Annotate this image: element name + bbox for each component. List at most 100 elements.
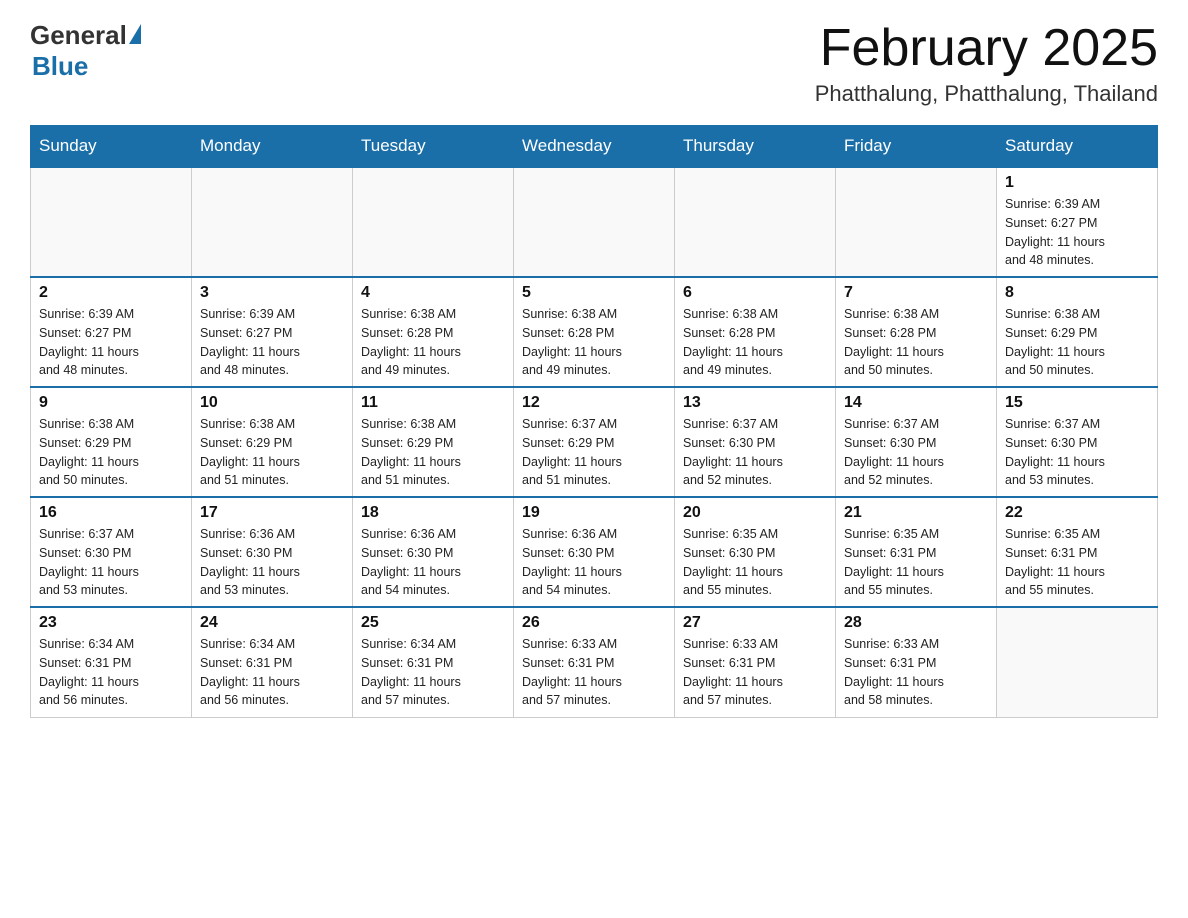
calendar-cell: 8 Sunrise: 6:38 AMSunset: 6:29 PMDaylight… (997, 277, 1158, 387)
calendar-cell: 16 Sunrise: 6:37 AMSunset: 6:30 PMDayligh… (31, 497, 192, 607)
calendar-cell: 5 Sunrise: 6:38 AMSunset: 6:28 PMDaylight… (514, 277, 675, 387)
day-info: Sunrise: 6:34 AMSunset: 6:31 PMDaylight:… (39, 635, 183, 710)
day-number: 18 (361, 504, 505, 522)
day-number: 27 (683, 614, 827, 632)
day-number: 26 (522, 614, 666, 632)
day-info: Sunrise: 6:39 AMSunset: 6:27 PMDaylight:… (200, 305, 344, 380)
month-title: February 2025 (815, 20, 1158, 77)
logo: General Blue (30, 20, 141, 82)
weekday-header-sunday: Sunday (31, 126, 192, 168)
page-header: General Blue February 2025 Phatthalung, … (30, 20, 1158, 107)
day-info: Sunrise: 6:35 AMSunset: 6:31 PMDaylight:… (844, 525, 988, 600)
day-info: Sunrise: 6:37 AMSunset: 6:30 PMDaylight:… (683, 415, 827, 490)
day-info: Sunrise: 6:33 AMSunset: 6:31 PMDaylight:… (844, 635, 988, 710)
day-number: 13 (683, 394, 827, 412)
calendar-cell (31, 167, 192, 277)
calendar-cell: 18 Sunrise: 6:36 AMSunset: 6:30 PMDayligh… (353, 497, 514, 607)
day-info: Sunrise: 6:37 AMSunset: 6:30 PMDaylight:… (1005, 415, 1149, 490)
calendar-cell: 25Sunrise: 6:34 AMSunset: 6:31 PMDayligh… (353, 607, 514, 717)
day-number: 14 (844, 394, 988, 412)
day-number: 5 (522, 284, 666, 302)
calendar-cell (353, 167, 514, 277)
day-number: 16 (39, 504, 183, 522)
calendar-cell: 13 Sunrise: 6:37 AMSunset: 6:30 PMDayligh… (675, 387, 836, 497)
calendar-cell: 21 Sunrise: 6:35 AMSunset: 6:31 PMDayligh… (836, 497, 997, 607)
day-info: Sunrise: 6:38 AMSunset: 6:29 PMDaylight:… (200, 415, 344, 490)
day-info: Sunrise: 6:38 AMSunset: 6:28 PMDaylight:… (844, 305, 988, 380)
calendar-table: SundayMondayTuesdayWednesdayThursdayFrid… (30, 125, 1158, 718)
day-info: Sunrise: 6:38 AMSunset: 6:29 PMDaylight:… (361, 415, 505, 490)
day-info: Sunrise: 6:34 AMSunset: 6:31 PMDaylight:… (200, 635, 344, 710)
calendar-cell: 20 Sunrise: 6:35 AMSunset: 6:30 PMDayligh… (675, 497, 836, 607)
day-info: Sunrise: 6:35 AMSunset: 6:31 PMDaylight:… (1005, 525, 1149, 600)
calendar-cell: 1 Sunrise: 6:39 AMSunset: 6:27 PMDaylight… (997, 167, 1158, 277)
calendar-cell: 22 Sunrise: 6:35 AMSunset: 6:31 PMDayligh… (997, 497, 1158, 607)
weekday-header-wednesday: Wednesday (514, 126, 675, 168)
day-info: Sunrise: 6:36 AMSunset: 6:30 PMDaylight:… (200, 525, 344, 600)
week-row-2: 2 Sunrise: 6:39 AMSunset: 6:27 PMDaylight… (31, 277, 1158, 387)
day-number: 9 (39, 394, 183, 412)
week-row-1: 1 Sunrise: 6:39 AMSunset: 6:27 PMDaylight… (31, 167, 1158, 277)
day-info: Sunrise: 6:35 AMSunset: 6:30 PMDaylight:… (683, 525, 827, 600)
day-number: 8 (1005, 284, 1149, 302)
calendar-cell: 28 Sunrise: 6:33 AMSunset: 6:31 PMDayligh… (836, 607, 997, 717)
day-info: Sunrise: 6:38 AMSunset: 6:28 PMDaylight:… (522, 305, 666, 380)
day-info: Sunrise: 6:36 AMSunset: 6:30 PMDaylight:… (522, 525, 666, 600)
week-row-5: 23 Sunrise: 6:34 AMSunset: 6:31 PMDayligh… (31, 607, 1158, 717)
calendar-cell: 23 Sunrise: 6:34 AMSunset: 6:31 PMDayligh… (31, 607, 192, 717)
logo-general-text: General (30, 20, 127, 51)
day-info: Sunrise: 6:39 AMSunset: 6:27 PMDaylight:… (39, 305, 183, 380)
day-info: Sunrise: 6:39 AMSunset: 6:27 PMDaylight:… (1005, 195, 1149, 270)
day-info: Sunrise: 6:33 AMSunset: 6:31 PMDaylight:… (683, 635, 827, 710)
day-number: 6 (683, 284, 827, 302)
day-number: 23 (39, 614, 183, 632)
calendar-cell: 3 Sunrise: 6:39 AMSunset: 6:27 PMDaylight… (192, 277, 353, 387)
day-number: 15 (1005, 394, 1149, 412)
day-info: Sunrise: 6:37 AMSunset: 6:30 PMDaylight:… (844, 415, 988, 490)
day-number: 28 (844, 614, 988, 632)
weekday-header-monday: Monday (192, 126, 353, 168)
day-number: 2 (39, 284, 183, 302)
day-info: Sunrise: 6:38 AMSunset: 6:29 PMDaylight:… (1005, 305, 1149, 380)
day-number: 1 (1005, 174, 1149, 192)
week-row-4: 16 Sunrise: 6:37 AMSunset: 6:30 PMDayligh… (31, 497, 1158, 607)
title-area: February 2025 Phatthalung, Phatthalung, … (815, 20, 1158, 107)
day-info: Sunrise: 6:37 AMSunset: 6:30 PMDaylight:… (39, 525, 183, 600)
calendar-cell (514, 167, 675, 277)
day-number: 7 (844, 284, 988, 302)
weekday-header-friday: Friday (836, 126, 997, 168)
day-number: 10 (200, 394, 344, 412)
day-number: 25 (361, 614, 505, 632)
day-info: Sunrise: 6:38 AMSunset: 6:28 PMDaylight:… (683, 305, 827, 380)
calendar-cell: 7 Sunrise: 6:38 AMSunset: 6:28 PMDaylight… (836, 277, 997, 387)
calendar-cell: 14 Sunrise: 6:37 AMSunset: 6:30 PMDayligh… (836, 387, 997, 497)
calendar-cell: 10 Sunrise: 6:38 AMSunset: 6:29 PMDayligh… (192, 387, 353, 497)
day-number: 20 (683, 504, 827, 522)
calendar-cell: 11 Sunrise: 6:38 AMSunset: 6:29 PMDayligh… (353, 387, 514, 497)
day-info: Sunrise: 6:38 AMSunset: 6:28 PMDaylight:… (361, 305, 505, 380)
calendar-cell: 2 Sunrise: 6:39 AMSunset: 6:27 PMDaylight… (31, 277, 192, 387)
day-number: 22 (1005, 504, 1149, 522)
weekday-header-thursday: Thursday (675, 126, 836, 168)
logo-triangle-icon (129, 24, 141, 44)
calendar-cell (997, 607, 1158, 717)
day-number: 24 (200, 614, 344, 632)
calendar-cell: 15 Sunrise: 6:37 AMSunset: 6:30 PMDayligh… (997, 387, 1158, 497)
day-number: 3 (200, 284, 344, 302)
weekday-header-tuesday: Tuesday (353, 126, 514, 168)
calendar-cell: 6 Sunrise: 6:38 AMSunset: 6:28 PMDaylight… (675, 277, 836, 387)
calendar-cell (836, 167, 997, 277)
day-info: Sunrise: 6:36 AMSunset: 6:30 PMDaylight:… (361, 525, 505, 600)
calendar-cell: 27 Sunrise: 6:33 AMSunset: 6:31 PMDayligh… (675, 607, 836, 717)
location-title: Phatthalung, Phatthalung, Thailand (815, 81, 1158, 107)
day-number: 19 (522, 504, 666, 522)
calendar-cell: 4 Sunrise: 6:38 AMSunset: 6:28 PMDaylight… (353, 277, 514, 387)
calendar-cell (675, 167, 836, 277)
day-number: 11 (361, 394, 505, 412)
day-info: Sunrise: 6:38 AMSunset: 6:29 PMDaylight:… (39, 415, 183, 490)
calendar-cell: 24 Sunrise: 6:34 AMSunset: 6:31 PMDayligh… (192, 607, 353, 717)
day-number: 4 (361, 284, 505, 302)
calendar-cell (192, 167, 353, 277)
day-number: 21 (844, 504, 988, 522)
logo-blue-text: Blue (32, 51, 88, 81)
